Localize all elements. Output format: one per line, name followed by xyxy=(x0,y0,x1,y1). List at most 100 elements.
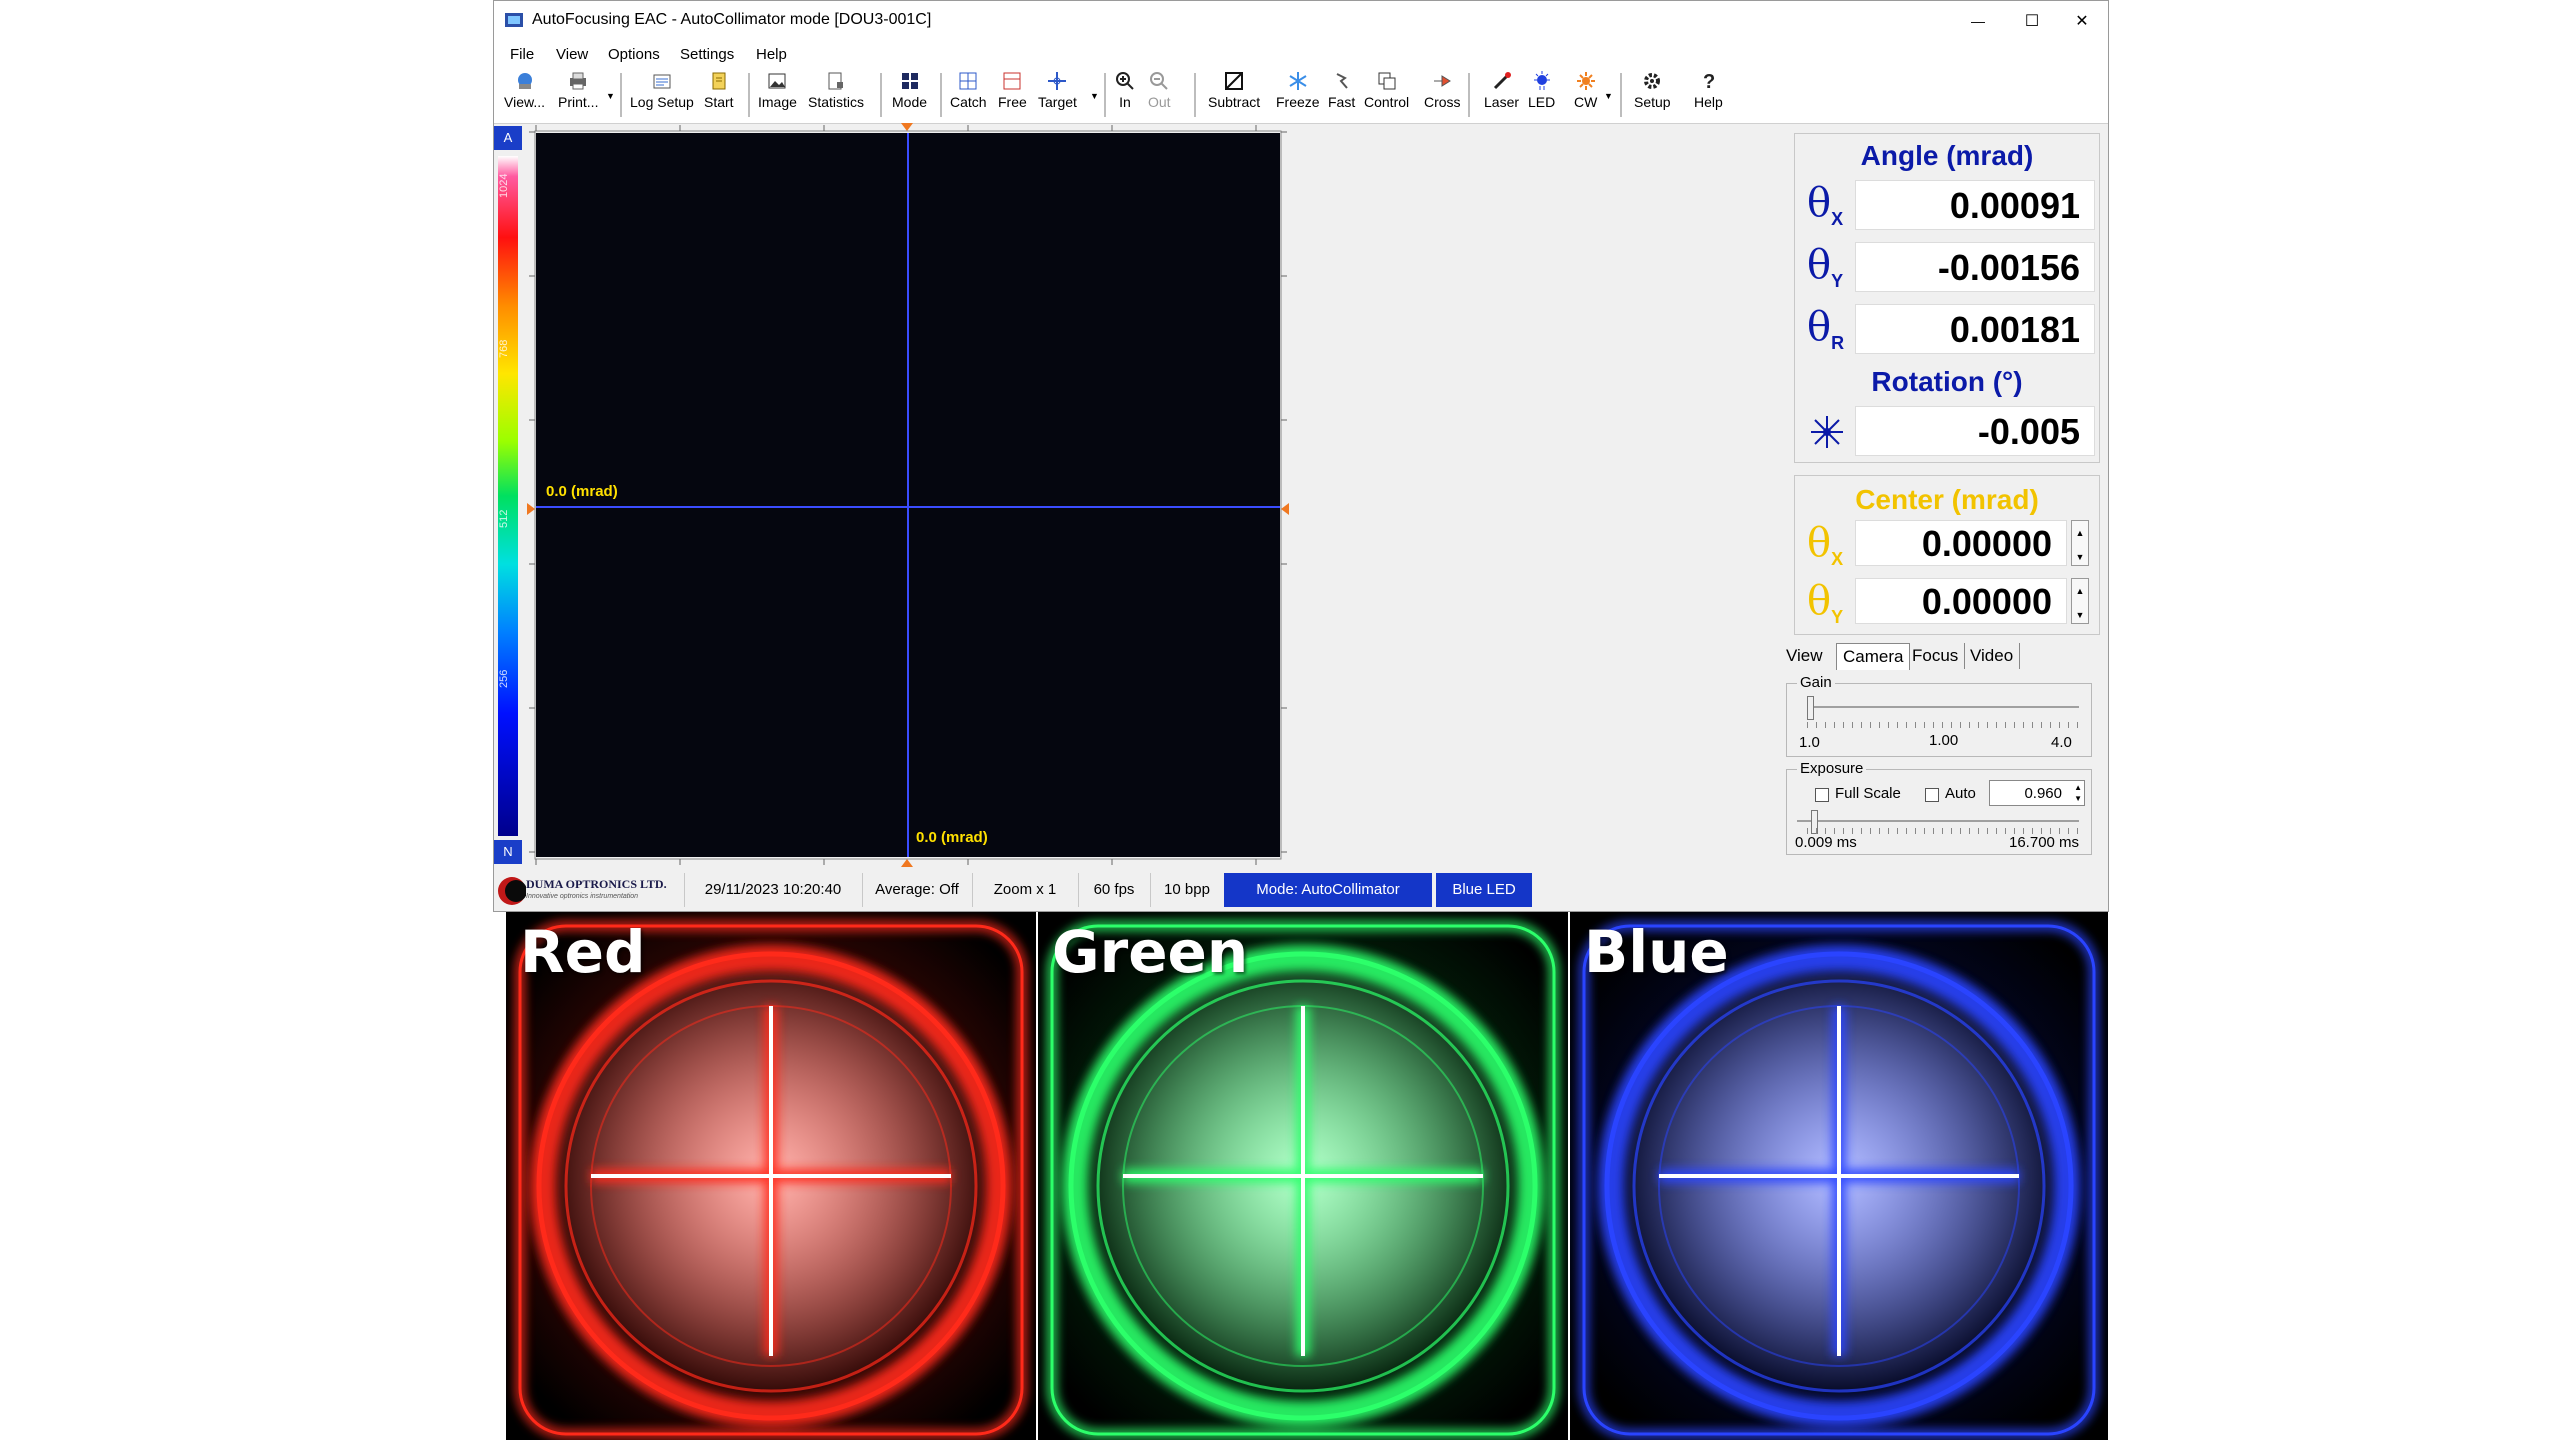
status-datetime: 29/11/2023 10:20:40 xyxy=(684,873,861,907)
view-button[interactable]: View... xyxy=(504,70,545,120)
tab-view[interactable]: View xyxy=(1780,643,1829,669)
spin-down-icon: ▼ xyxy=(2075,552,2085,562)
auto-label: Auto xyxy=(1945,785,1976,802)
cw-button[interactable]: CW xyxy=(1574,70,1597,120)
menu-options[interactable]: Options xyxy=(608,46,660,63)
laser-icon xyxy=(1493,72,1511,90)
status-fps: 60 fps xyxy=(1078,873,1149,907)
print-dropdown-icon[interactable]: ▼ xyxy=(606,91,615,101)
gear-icon xyxy=(1644,73,1661,89)
blue-reticle-photo: Blue xyxy=(1570,912,2108,1440)
freeze-button[interactable]: Freeze xyxy=(1276,70,1320,120)
control-button[interactable]: Control xyxy=(1364,70,1409,120)
horizontal-crosshair-label: 0.0 (mrad) xyxy=(546,483,618,500)
logo-name: DUMA OPTRONICS LTD. xyxy=(526,877,667,891)
angle-title: Angle (mrad) xyxy=(1860,140,2034,171)
mode-grid-icon xyxy=(901,73,918,89)
menu-help[interactable]: Help xyxy=(756,46,787,63)
reticle-drawing xyxy=(1038,912,1568,1440)
gain-mid-label: 1.00 xyxy=(1929,732,1959,749)
center-panel: Center (mrad) θX 0.00000 ▲ ▼ θY 0.00000 ▲… xyxy=(1794,475,2100,635)
theta-r-symbol: θR xyxy=(1807,304,1845,353)
print-button[interactable]: Print... xyxy=(558,70,598,120)
blue-photo-label: Blue xyxy=(1584,918,1729,986)
menu-file[interactable]: File xyxy=(510,46,534,63)
zoom-in-icon xyxy=(1116,72,1134,90)
app-window: AutoFocusing EAC - AutoCollimator mode [… xyxy=(493,0,2109,912)
palette-normal-button[interactable]: N xyxy=(494,840,522,864)
free-button[interactable]: Free xyxy=(998,70,1027,120)
settings-tabs: View Camera Focus Video xyxy=(1780,643,2100,671)
palette-tick: 1024 xyxy=(498,173,510,198)
center-y-input[interactable]: 0.00000 xyxy=(1855,578,2067,624)
target-button[interactable]: Target xyxy=(1038,70,1077,120)
horizontal-crosshair xyxy=(536,506,1280,508)
red-reticle-photo: Red xyxy=(506,912,1036,1440)
spin-up-icon: ▲ xyxy=(2075,586,2085,596)
minimize-button[interactable]: — xyxy=(1952,5,2004,37)
close-button[interactable]: ✕ xyxy=(2056,5,2108,37)
laser-button[interactable]: Laser xyxy=(1484,70,1519,120)
free-icon xyxy=(1003,72,1021,90)
log-setup-button[interactable]: Log Setup xyxy=(630,70,694,120)
logo-tagline: Innovative optronics instrumentation xyxy=(526,893,639,900)
subtract-icon xyxy=(1225,72,1244,90)
exposure-min-label: 0.009 ms xyxy=(1795,834,1857,851)
start-button[interactable]: Start xyxy=(704,70,734,120)
help-button[interactable]: ? Help xyxy=(1694,70,1723,120)
palette-tick: 256 xyxy=(498,669,510,688)
menu-settings[interactable]: Settings xyxy=(680,46,734,63)
status-mode-badge[interactable]: Mode: AutoCollimator xyxy=(1224,873,1432,907)
start-log-icon xyxy=(712,72,726,90)
status-led-badge[interactable]: Blue LED xyxy=(1434,873,1532,907)
rotation-value: -0.005 xyxy=(1855,406,2095,456)
center-x-input[interactable]: 0.00000 xyxy=(1855,520,2067,566)
angle-x-value: 0.00091 xyxy=(1855,180,2095,230)
center-row-x: θX 0.00000 ▲ ▼ xyxy=(1795,516,2099,572)
led-icon xyxy=(1533,71,1550,90)
statistics-icon xyxy=(828,72,843,90)
svg-text:?: ? xyxy=(1703,71,1715,92)
gain-slider-thumb[interactable] xyxy=(1807,696,1814,720)
zoom-in-button[interactable]: In xyxy=(1114,70,1136,120)
target-icon xyxy=(1048,72,1067,90)
left-marker-icon xyxy=(527,503,535,515)
catch-icon xyxy=(959,72,977,90)
subtract-button[interactable]: Subtract xyxy=(1208,70,1260,120)
menu-view[interactable]: View xyxy=(556,46,588,63)
center-x-spinner[interactable]: ▲ ▼ xyxy=(2071,520,2089,566)
exposure-label: Exposure xyxy=(1797,760,1867,777)
tab-video[interactable]: Video xyxy=(1964,643,2021,669)
setup-button[interactable]: Setup xyxy=(1634,70,1671,120)
palette-gradient xyxy=(498,156,518,836)
image-button[interactable]: Image xyxy=(758,70,797,120)
auto-checkbox[interactable] xyxy=(1925,788,1939,802)
fast-button[interactable]: Fast xyxy=(1328,70,1355,120)
vertical-crosshair xyxy=(907,133,909,857)
maximize-button[interactable]: ☐ xyxy=(2006,5,2058,37)
rotation-star-icon xyxy=(1811,416,1843,448)
target-dropdown-icon[interactable]: ▼ xyxy=(1090,91,1099,101)
led-button[interactable]: LED xyxy=(1528,70,1555,120)
toolbar-separator xyxy=(620,73,623,117)
angle-r-value: 0.00181 xyxy=(1855,304,2095,354)
zoom-out-button[interactable]: Out xyxy=(1148,70,1171,120)
tab-camera[interactable]: Camera xyxy=(1836,643,1911,670)
mode-button[interactable]: Mode xyxy=(892,70,927,120)
printer-icon xyxy=(570,72,587,90)
center-y-spinner[interactable]: ▲ ▼ xyxy=(2071,578,2089,624)
camera-display[interactable]: 0.0 (mrad) 0.0 (mrad) xyxy=(536,133,1280,857)
catch-button[interactable]: Catch xyxy=(950,70,987,120)
cross-button[interactable]: Cross xyxy=(1424,70,1461,120)
log-setup-icon xyxy=(653,74,671,89)
maximize-icon: ☐ xyxy=(2024,13,2040,30)
statistics-button[interactable]: Statistics xyxy=(808,70,864,120)
exposure-value-input[interactable]: 0.960 ▲ ▼ xyxy=(1989,780,2085,806)
palette-auto-button[interactable]: A xyxy=(494,126,522,150)
full-scale-checkbox[interactable] xyxy=(1815,788,1829,802)
exposure-spinner-icon[interactable]: ▲ ▼ xyxy=(2074,782,2082,804)
theta-y-symbol: θY xyxy=(1807,242,1844,291)
duma-logo: DUMA OPTRONICS LTD. Innovative optronics… xyxy=(496,873,686,909)
tab-focus[interactable]: Focus xyxy=(1906,643,1966,669)
cw-dropdown-icon[interactable]: ▼ xyxy=(1604,91,1613,101)
